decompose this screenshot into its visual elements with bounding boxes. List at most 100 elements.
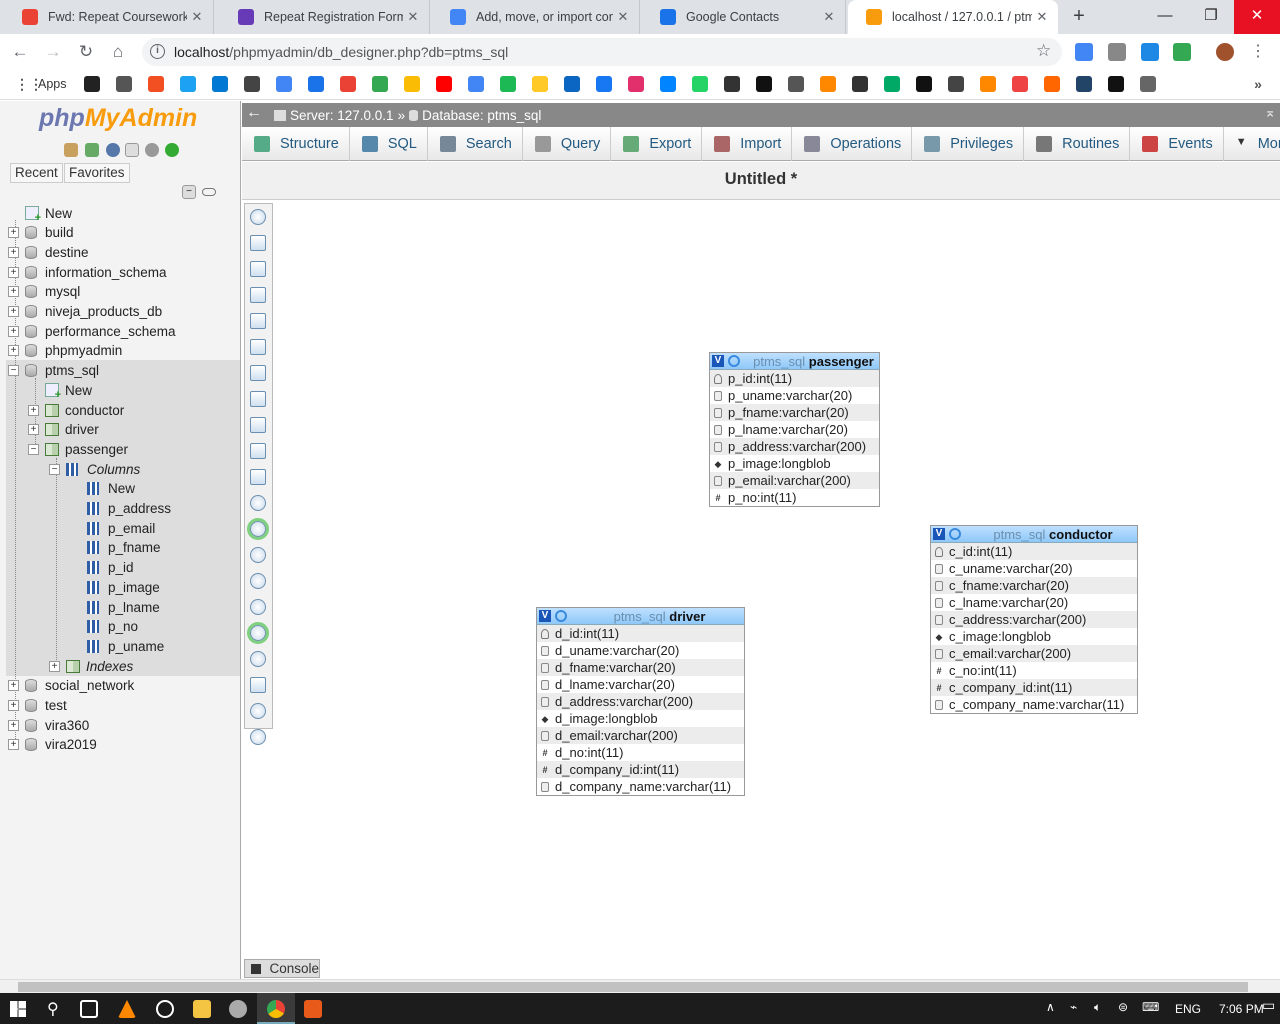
table-column-row[interactable]: c_uname : varchar(20) (931, 560, 1137, 577)
address-bar[interactable]: localhost/phpmyadmin/db_designer.php?db=… (142, 38, 1062, 66)
tree-table[interactable]: + driver (28, 420, 99, 440)
toggle-columns-icon[interactable]: V (933, 528, 945, 540)
tree-database[interactable]: + niveja_products_db (8, 302, 162, 322)
back-button[interactable]: ← (10, 42, 30, 62)
tree-column[interactable]: p_image (70, 577, 160, 597)
close-tab-icon[interactable]: ✕ (187, 9, 207, 25)
horizontal-scrollbar[interactable] (0, 979, 1280, 993)
table-column-row[interactable]: # c_no : int(11) (931, 662, 1137, 679)
minimize-button[interactable]: — (1142, 0, 1188, 34)
extension-icon[interactable] (1141, 43, 1159, 61)
tree-table[interactable]: + conductor (28, 400, 124, 420)
reload-nav-icon[interactable] (165, 143, 179, 157)
bookmark-favicon-icon[interactable] (1044, 76, 1060, 92)
table-column-row[interactable]: d_email : varchar(200) (537, 727, 744, 744)
menu-tab-more[interactable]: ▼ More (1224, 127, 1280, 161)
bookmark-favicon-icon[interactable] (788, 76, 804, 92)
table-column-row[interactable]: p_email : varchar(200) (710, 472, 879, 489)
bookmark-favicon-icon[interactable] (1140, 76, 1156, 92)
expand-toggle-icon[interactable]: + (49, 660, 60, 672)
apps-grid-icon[interactable]: ⋮⋮ (15, 76, 43, 92)
designer-table-passenger[interactable]: Vptms_sql passenger p_id : int(11) p_uname… (709, 352, 880, 507)
expand-toggle-icon[interactable]: + (8, 246, 19, 258)
table-column-row[interactable]: d_address : varchar(200) (537, 693, 744, 710)
menu-tab-events[interactable]: Events (1130, 127, 1224, 161)
close-tab-icon[interactable]: ✕ (613, 9, 633, 25)
table-options-icon[interactable] (555, 610, 567, 622)
table-column-row[interactable]: c_email : varchar(200) (931, 645, 1137, 662)
bookmark-favicon-icon[interactable] (532, 76, 548, 92)
expand-toggle-icon[interactable]: − (8, 365, 19, 377)
table-column-row[interactable]: p_uname : varchar(20) (710, 387, 879, 404)
tree-database[interactable]: + vira2019 (8, 735, 97, 755)
table-column-row[interactable]: ◆ p_image : longblob (710, 455, 879, 472)
collapse-all-icon[interactable]: − (182, 185, 196, 199)
tree-database[interactable]: + build (8, 223, 74, 243)
bookmark-favicon-icon[interactable] (1108, 76, 1124, 92)
close-tab-icon[interactable]: ✕ (819, 9, 839, 25)
browser-tab[interactable]: Google Contacts ✕ (642, 0, 846, 34)
angular-links-icon[interactable] (250, 547, 266, 563)
tree-database[interactable]: + phpmyadmin (8, 341, 122, 361)
network-icon[interactable]: ⌁ (1070, 1000, 1077, 1014)
menu-tab-sql[interactable]: SQL (350, 127, 428, 161)
expand-toggle-icon[interactable]: − (49, 463, 60, 475)
designer-table-conductor[interactable]: Vptms_sql conductor c_id : int(11) c_uname… (930, 525, 1138, 714)
tree-column[interactable]: p_address (70, 499, 171, 519)
reload-button[interactable]: ↻ (76, 42, 96, 62)
menu-tab-search[interactable]: Search (428, 127, 523, 161)
xampp-icon[interactable] (304, 1000, 322, 1018)
notification-app-icon[interactable]: ⊜ (1118, 1000, 1128, 1014)
browser-menu-icon[interactable]: ⋮ (1248, 42, 1268, 62)
close-tab-icon[interactable]: ✕ (1032, 9, 1052, 25)
tree-database[interactable]: + social_network (8, 676, 134, 696)
bookmark-favicon-icon[interactable] (500, 76, 516, 92)
tree-node[interactable]: New (8, 203, 72, 224)
expand-toggle-icon[interactable]: + (8, 719, 19, 731)
favorites-tab[interactable]: Favorites (64, 163, 130, 183)
table-column-row[interactable]: d_company_name : varchar(11) (537, 778, 744, 795)
bookmark-favicon-icon[interactable] (1012, 76, 1028, 92)
browser-tab[interactable]: Fwd: Repeat Coursework O ✕ (4, 0, 214, 34)
phpmyadmin-logo[interactable]: phpMyAdmin (39, 104, 197, 133)
menu-tab-export[interactable]: Export (611, 127, 703, 161)
table-column-row[interactable]: p_address : varchar(200) (710, 438, 879, 455)
tree-database[interactable]: + destine (8, 242, 89, 262)
bookmark-favicon-icon[interactable] (1076, 76, 1092, 92)
table-column-row[interactable]: ◆ c_image : longblob (931, 628, 1137, 645)
bookmark-favicon-icon[interactable] (596, 76, 612, 92)
create-table-icon[interactable] (250, 417, 266, 433)
help-icon[interactable] (106, 143, 120, 157)
add-tables-icon[interactable] (250, 261, 266, 277)
breadcrumb-database[interactable]: Database: ptms_sql (422, 108, 541, 123)
bookmark-favicon-icon[interactable] (436, 76, 452, 92)
small-big-all-icon[interactable] (250, 599, 266, 615)
tree-node[interactable]: + Indexes (49, 656, 133, 676)
bookmark-star-icon[interactable]: ☆ (1036, 41, 1051, 61)
maximize-button[interactable]: ❐ (1188, 0, 1234, 34)
tree-column[interactable]: p_lname (70, 597, 160, 617)
recent-tab[interactable]: Recent (10, 163, 63, 183)
bookmark-favicon-icon[interactable] (148, 76, 164, 92)
save-page-as-icon[interactable] (250, 339, 266, 355)
tree-database[interactable]: + mysql (8, 282, 80, 302)
menu-tab-routines[interactable]: Routines (1024, 127, 1131, 161)
clock[interactable]: 7:06 PM (1219, 1002, 1264, 1016)
scrollbar-thumb[interactable] (18, 982, 1248, 992)
tree-database[interactable]: + vira360 (8, 715, 89, 735)
table-column-row[interactable]: c_fname : varchar(20) (931, 577, 1137, 594)
chrome-icon[interactable] (267, 1000, 285, 1018)
tree-database[interactable]: − ptms_sql (8, 361, 99, 381)
table-column-row[interactable]: c_id : int(11) (931, 543, 1137, 560)
tree-table[interactable]: − passenger (28, 439, 128, 459)
table-header[interactable]: Vptms_sql passenger (710, 353, 879, 370)
breadcrumb-server[interactable]: Server: 127.0.0.1 (290, 108, 394, 123)
search-icon[interactable]: ⚲ (47, 999, 59, 1019)
app-icon[interactable] (229, 1000, 247, 1018)
menu-tab-operations[interactable]: Operations (792, 127, 913, 161)
expand-toggle-icon[interactable]: + (8, 680, 19, 692)
table-options-icon[interactable] (728, 355, 740, 367)
bookmark-favicon-icon[interactable] (84, 76, 100, 92)
collapse-nav-arrow-icon[interactable]: ← (244, 104, 264, 122)
apps-bookmark[interactable]: Apps (38, 77, 67, 91)
